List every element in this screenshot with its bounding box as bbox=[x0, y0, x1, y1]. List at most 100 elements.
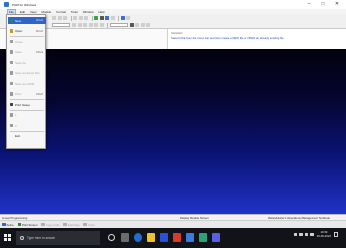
instruction-panel: Instruction Select FILE from the menu ba… bbox=[171, 32, 343, 40]
decimal-icon[interactable] bbox=[88, 23, 93, 27]
lower-toolbar-button: Undo bbox=[83, 222, 95, 227]
store-icon[interactable] bbox=[199, 233, 207, 242]
menu-format[interactable]: Format bbox=[56, 10, 66, 14]
menu-window[interactable]: Window bbox=[83, 10, 94, 14]
menu-file[interactable]: File bbox=[7, 8, 16, 15]
file-menu-item: Save as HTML bbox=[8, 80, 46, 87]
menu-item-icon bbox=[9, 102, 13, 107]
lower-toolbar-button[interactable]: Print Screen bbox=[17, 222, 38, 227]
menu-tools[interactable]: Tools bbox=[71, 10, 78, 14]
main-canvas bbox=[0, 49, 346, 214]
data-area: Instruction Select FILE from the menu ba… bbox=[0, 29, 346, 49]
menu-item-shortcut: Ctrl+P bbox=[35, 92, 43, 96]
taskbar: Type here to search 10:39 15-06-2022 bbox=[0, 228, 346, 248]
file-explorer-icon[interactable] bbox=[147, 233, 155, 242]
file-menu-item: 2 bbox=[8, 122, 46, 129]
lower-toolbar-button: Copy Cells bbox=[41, 223, 59, 227]
grid-icon[interactable] bbox=[110, 16, 115, 20]
menu-item-shortcut: Ctrl+S bbox=[35, 50, 43, 54]
app-icon bbox=[4, 2, 9, 7]
toolbar-button-icon bbox=[83, 222, 87, 227]
bold-icon[interactable] bbox=[129, 23, 134, 27]
file-menu-item[interactable]: New Ctrl+N bbox=[8, 17, 46, 24]
menu-help[interactable]: Help bbox=[99, 10, 105, 14]
office-icon[interactable] bbox=[173, 233, 181, 242]
help-icon[interactable] bbox=[120, 16, 125, 20]
chart-icon[interactable] bbox=[105, 16, 109, 20]
menu-item-label: Save as Excel File bbox=[15, 71, 40, 75]
taskbar-search[interactable]: Type here to search bbox=[16, 231, 100, 245]
menu-view[interactable]: View bbox=[30, 10, 36, 14]
undo-icon[interactable] bbox=[73, 16, 77, 20]
menu-separator bbox=[10, 130, 44, 131]
zoom-icon[interactable] bbox=[84, 16, 88, 20]
menu-edit[interactable]: Edit bbox=[20, 10, 25, 14]
align-left-icon[interactable] bbox=[72, 23, 76, 27]
menu-item-label: Print Setup bbox=[15, 102, 30, 107]
menu-item-label: Save As bbox=[15, 60, 27, 65]
comma-icon[interactable] bbox=[99, 23, 104, 27]
teams-icon[interactable] bbox=[212, 233, 220, 242]
search-placeholder: Type here to search bbox=[27, 236, 56, 240]
web-icon[interactable] bbox=[126, 16, 130, 20]
menu-item-icon bbox=[9, 50, 13, 54]
cortana-icon[interactable] bbox=[108, 234, 115, 241]
lower-toolbar-button[interactable]: Solve bbox=[2, 223, 14, 227]
toolbar-row-standard bbox=[52, 15, 132, 21]
toolbar-separator bbox=[91, 15, 92, 21]
instruction-text: Select FILE from the menu bar and then c… bbox=[171, 35, 285, 40]
file-menu-item[interactable]: Open Ctrl+O bbox=[8, 28, 46, 35]
menu-module[interactable]: Module bbox=[41, 10, 51, 14]
volume-icon[interactable] bbox=[304, 232, 309, 237]
battery-icon[interactable] bbox=[310, 232, 314, 237]
solve-icon[interactable] bbox=[94, 16, 98, 20]
toolbar-button-icon bbox=[2, 222, 6, 227]
task-view-icon[interactable] bbox=[121, 233, 129, 242]
percent-icon[interactable] bbox=[94, 23, 98, 27]
lower-toolbar: Solve Print Screen Copy Cells Edit Data Undo bbox=[0, 220, 346, 228]
copy-icon[interactable] bbox=[57, 16, 62, 20]
italic-icon[interactable] bbox=[135, 23, 139, 27]
font-select[interactable] bbox=[52, 23, 70, 27]
underline-icon[interactable] bbox=[140, 23, 145, 27]
menu-item-label: Save bbox=[15, 50, 22, 54]
pom-taskbar-icon[interactable] bbox=[186, 233, 194, 242]
close-button[interactable]: ✕ bbox=[330, 1, 344, 8]
size-select[interactable] bbox=[109, 23, 128, 27]
align-right-icon[interactable] bbox=[83, 23, 87, 27]
notification-icon[interactable] bbox=[334, 232, 338, 237]
maximize-button[interactable]: □ bbox=[316, 1, 330, 8]
mail-icon[interactable] bbox=[160, 233, 168, 242]
windows-start-icon[interactable] bbox=[4, 234, 11, 241]
window-controls: – □ ✕ bbox=[302, 1, 344, 8]
file-menu-item[interactable]: Exit bbox=[8, 133, 46, 140]
toolbar-button-icon bbox=[17, 222, 21, 227]
file-menu-item[interactable]: Print Setup bbox=[8, 101, 46, 108]
menu-item-label: Save as HTML bbox=[15, 81, 35, 86]
menu-item-icon bbox=[9, 123, 13, 128]
calculator-icon[interactable] bbox=[99, 16, 104, 20]
menu-item-shortcut: Ctrl+O bbox=[35, 29, 43, 33]
toolbar-button-label: Copy Cells bbox=[45, 222, 60, 227]
toolbar-button-label: Undo bbox=[87, 222, 95, 227]
file-menu-item: Close bbox=[8, 38, 46, 45]
menu-item-icon bbox=[9, 134, 13, 138]
clock[interactable]: 10:39 15-06-2022 bbox=[316, 230, 331, 238]
menu-item-icon bbox=[9, 39, 13, 44]
menu-separator bbox=[10, 109, 44, 110]
menu-separator bbox=[10, 36, 44, 37]
menu-item-icon bbox=[9, 60, 13, 65]
table-icon[interactable] bbox=[78, 16, 83, 20]
network-icon[interactable] bbox=[299, 232, 303, 237]
font-color-icon[interactable] bbox=[146, 23, 150, 27]
clock-date: 15-06-2022 bbox=[316, 233, 331, 238]
cut-icon[interactable] bbox=[52, 16, 56, 20]
paste-icon[interactable] bbox=[63, 16, 67, 20]
toolbar-button-icon bbox=[41, 222, 45, 227]
align-center-icon[interactable] bbox=[77, 23, 82, 27]
toolbar-button-label: Print Screen bbox=[22, 222, 38, 227]
chevron-up-icon[interactable] bbox=[293, 232, 298, 237]
minimize-button[interactable]: – bbox=[302, 1, 316, 8]
edge-icon[interactable] bbox=[134, 233, 142, 242]
toolbar-separator bbox=[118, 15, 119, 21]
